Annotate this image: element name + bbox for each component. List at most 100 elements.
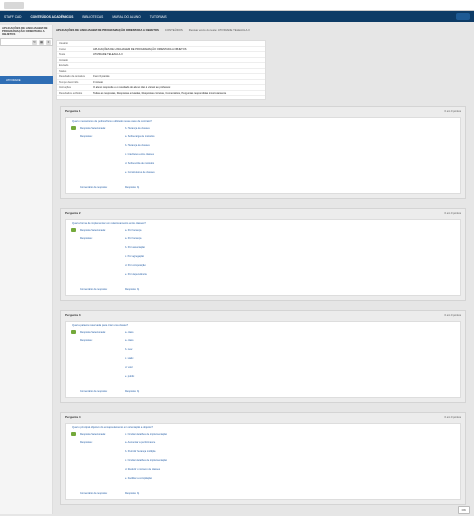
- breadcrumb-section[interactable]: CONTEÚDOS: [165, 28, 183, 32]
- main-nav: STAFF CAD CONTEÚDOS ACADÊMICOS BIBLIOTEC…: [0, 11, 474, 22]
- breadcrumb: APLICAÇÕES DE LINGUAGEM DE PROGRAMAÇÃO O…: [56, 26, 466, 34]
- selected-label: Resposta Selecionada:: [80, 433, 106, 436]
- breadcrumb-course[interactable]: APLICAÇÕES DE LINGUAGEM DE PROGRAMAÇÃO O…: [56, 28, 159, 32]
- info-key: Status: [59, 69, 67, 73]
- info-value: 0 em 0 pontos: [93, 75, 110, 78]
- info-key: Resultados exibidos: [59, 91, 83, 95]
- selected-label: Resposta Selecionada:: [80, 127, 106, 130]
- answer-option: d. Reduzir o número de classes: [125, 468, 161, 471]
- correct-check-icon: [71, 126, 76, 130]
- feedback-value: Resposta: b): [125, 492, 140, 495]
- info-value: [93, 58, 265, 63]
- answer-option: d. void: [125, 366, 133, 369]
- question-body: Qual a forma de implementar um relaciona…: [65, 219, 461, 296]
- info-value: Todas as respostas, Respostas enviadas, …: [93, 91, 227, 95]
- info-key: Curso: [59, 47, 66, 51]
- selected-answer: c. Ocultar detalhes de implementação: [125, 433, 167, 436]
- nav-item-staff[interactable]: STAFF CAD: [4, 15, 21, 19]
- answer-option: a. Sobrecarga de métodos: [125, 135, 155, 138]
- question-title: Pergunta 3: [65, 313, 81, 317]
- question-stem: Qual a forma de implementar um relaciona…: [72, 222, 146, 225]
- info-key: Resultado da tentativa: [59, 75, 85, 78]
- attempt-info: Usuário Curso APLICAÇÕES DE LINGUAGEM DE …: [56, 40, 266, 100]
- nav-item-conteudos[interactable]: CONTEÚDOS ACADÊMICOS: [30, 15, 73, 19]
- info-key: Instruções: [59, 86, 71, 89]
- info-key: Teste: [59, 53, 66, 56]
- question-body: Qual o principal objetivo do encapsulame…: [65, 423, 461, 500]
- questions-list: Pergunta 1 0 em 0 pontos Qual o mecanismo…: [56, 104, 470, 508]
- question-card: Pergunta 2 0 em 0 pontos Qual a forma de …: [60, 208, 466, 301]
- nav-item-mural[interactable]: MURAL DO ALUNO: [112, 15, 140, 19]
- sidebar-tools: ↻ ▦ ≡: [0, 38, 53, 46]
- question-card: Pergunta 3 0 em 0 pontos Qual a palavra r…: [60, 310, 466, 403]
- info-value: [93, 41, 265, 46]
- question-title: Pergunta 4: [65, 415, 81, 419]
- correct-check-icon: [71, 330, 76, 334]
- feedback-label: Comentário da resposta:: [80, 288, 108, 291]
- user-menu-button[interactable]: [456, 13, 470, 20]
- info-key: Tempo decorrido: [59, 80, 79, 84]
- selected-label: Resposta Selecionada:: [80, 229, 106, 232]
- answer-option: c. Por agregação: [125, 255, 145, 258]
- question-card: Pergunta 4 0 em 0 pontos Qual o principal…: [60, 412, 466, 505]
- question-body: Qual a palavra reservada para criar uma …: [65, 321, 461, 398]
- info-value: APLICAÇÕES DE LINGUAGEM DE PROGRAMAÇÃO O…: [93, 47, 187, 51]
- question-title: Pergunta 1: [65, 109, 81, 113]
- logo: [4, 2, 24, 9]
- answer-option: a. Por herança: [125, 237, 142, 240]
- info-value: [93, 69, 265, 74]
- answers-label: Respostas:: [80, 135, 93, 138]
- feedback-label: Comentário da resposta:: [80, 390, 108, 393]
- feedback-value: Resposta: b): [125, 390, 140, 393]
- feedback-label: Comentário da resposta:: [80, 186, 108, 189]
- answers-label: Respostas:: [80, 441, 93, 444]
- correct-check-icon: [71, 432, 76, 436]
- answer-option: d. Sobrescrita de métodos: [125, 162, 155, 165]
- breadcrumb-item: Revisar envio do teste: ATIVIDADE TELEAU…: [188, 28, 250, 32]
- correct-check-icon: [71, 228, 76, 232]
- selected-answer: a. Por herança: [125, 229, 142, 232]
- question-score: 0 em 0 pontos: [444, 313, 461, 317]
- grid-icon[interactable]: ▦: [39, 40, 44, 45]
- answer-option: d. Por composição: [125, 264, 146, 267]
- info-value: [93, 63, 265, 68]
- nav-item-bibliotecas[interactable]: BIBLIOTECAS: [82, 15, 103, 19]
- info-value: O aluno responde e o resultado do aluno …: [93, 86, 171, 89]
- question-stem: Qual a palavra reservada para criar uma …: [72, 324, 129, 327]
- answer-option: e. public: [125, 375, 135, 378]
- info-key: Iniciado: [59, 58, 68, 62]
- question-score: 0 em 0 pontos: [444, 211, 461, 215]
- answer-option: c. static: [125, 357, 134, 360]
- question-score: 0 em 0 pontos: [444, 109, 461, 113]
- selected-answer: b. Herança de classes: [125, 127, 150, 130]
- feedback-value: Resposta: b): [125, 288, 140, 291]
- answers-label: Respostas:: [80, 339, 93, 342]
- answer-option: a. class: [125, 339, 134, 342]
- answer-option: c. Ocultar detalhes de implementação: [125, 459, 167, 462]
- answer-option: c. Interfaces entre classes: [125, 153, 155, 156]
- refresh-icon[interactable]: ↻: [32, 40, 37, 45]
- ok-button[interactable]: OK: [457, 506, 470, 514]
- question-card: Pergunta 1 0 em 0 pontos Qual o mecanismo…: [60, 106, 466, 199]
- nav-item-tutoriais[interactable]: TUTORIAIS: [150, 15, 167, 19]
- footer: OK: [457, 506, 470, 514]
- question-stem: Qual o mecanismo de polimorfismo utiliza…: [72, 120, 152, 123]
- top-bar: [0, 0, 474, 11]
- answer-option: b. Permitir herança múltipla: [125, 450, 156, 453]
- selected-label: Resposta Selecionada:: [80, 331, 106, 334]
- answers-label: Respostas:: [80, 237, 93, 240]
- selected-answer: a. class: [125, 331, 134, 334]
- info-row: Resultados exibidos Todas as respostas, R…: [57, 91, 265, 96]
- info-key: Usuário: [59, 42, 68, 45]
- answer-option: e. Por dependência: [125, 273, 147, 276]
- info-key: Enviado: [59, 64, 69, 67]
- menu-icon[interactable]: ≡: [46, 40, 51, 45]
- sidebar-course-title: APLICAÇÕES DE LINGUAGEM DE PROGRAMAÇÃO O…: [2, 26, 48, 36]
- question-body: Qual o mecanismo de polimorfismo utiliza…: [65, 117, 461, 194]
- sidebar-item-atividade[interactable]: ATIVIDADE: [0, 76, 53, 84]
- feedback-value: Resposta: b): [125, 186, 140, 189]
- answer-option: b. Por associação: [125, 246, 145, 249]
- question-stem: Qual o principal objetivo do encapsulame…: [72, 426, 153, 429]
- question-title: Pergunta 2: [65, 211, 81, 215]
- answer-option: e. Facilitar a compilação: [125, 477, 152, 480]
